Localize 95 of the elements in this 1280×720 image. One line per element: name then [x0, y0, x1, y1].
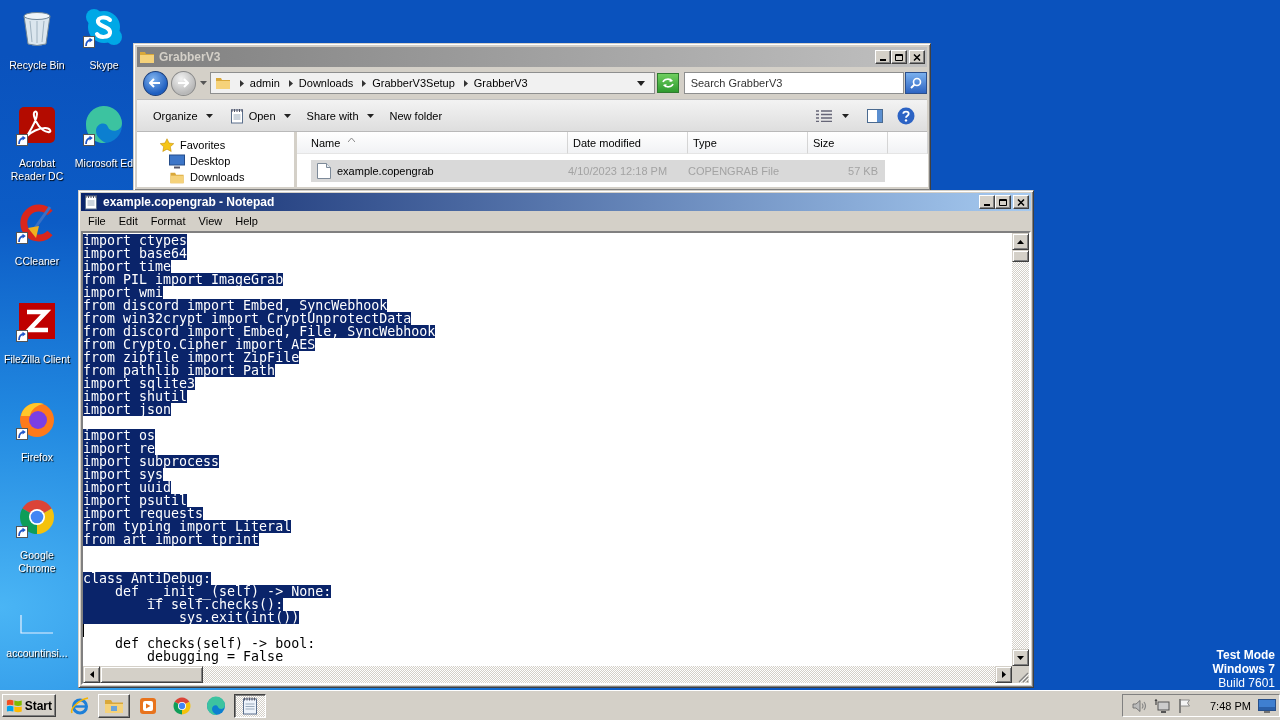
toolbar-button[interactable]: Organize	[145, 103, 221, 128]
chevron-icon[interactable]	[288, 79, 293, 87]
list-view-icon[interactable]	[816, 109, 832, 122]
breadcrumb-item[interactable]: GrabberV3Setup	[372, 77, 455, 89]
nav-item[interactable]: Desktop	[137, 153, 235, 169]
swirl-logo-icon[interactable]	[84, 7, 124, 47]
scrollbar-thumb[interactable]	[1012, 250, 1029, 262]
star-icon	[159, 137, 175, 153]
left-arrow-icon	[149, 78, 162, 88]
code-line: def checks(self) -> bool:	[114, 637, 316, 650]
down-arrow-icon	[1017, 655, 1024, 660]
monitor-icon[interactable]	[1258, 698, 1276, 713]
maximize-button[interactable]	[995, 195, 1011, 209]
clock: 7:48 PM	[1210, 699, 1251, 712]
desktop-icon-label[interactable]: CCleaner	[14, 255, 60, 268]
ribbon-logo-icon[interactable]	[17, 105, 57, 145]
file-icon	[317, 163, 331, 179]
back-button[interactable]	[143, 70, 168, 96]
start-button[interactable]: Start	[2, 694, 56, 717]
desktop-icon-label[interactable]: FileZilla Client	[4, 353, 70, 366]
search-button[interactable]	[905, 72, 927, 94]
breadcrumb-item[interactable]: GrabberV3	[473, 77, 528, 89]
text-cursor	[83, 624, 84, 637]
menu-item[interactable]: File	[83, 215, 111, 227]
zigzag-logo-icon[interactable]	[17, 301, 57, 341]
folder-icon	[139, 49, 155, 65]
network-computer-icon[interactable]	[1154, 697, 1170, 714]
media-player-icon	[138, 695, 158, 716]
column-header[interactable]: Type	[688, 132, 808, 154]
maximize-icon	[895, 53, 903, 61]
resize-grip-icon[interactable]	[1017, 671, 1029, 683]
scroll-down-button[interactable]	[1012, 649, 1029, 666]
system-notice-text: Build 7601	[1218, 676, 1275, 690]
nav-item[interactable]: Favorites	[137, 137, 230, 153]
search-field[interactable]: Search GrabberV3	[683, 72, 905, 94]
ring-logo-icon[interactable]	[17, 497, 57, 537]
preview-pane-icon[interactable]	[867, 108, 883, 123]
notepad-icon	[228, 107, 245, 124]
refresh-button[interactable]	[656, 73, 679, 93]
left-arrow-icon	[89, 671, 94, 678]
notepad-icon	[240, 695, 260, 716]
toolbar-button[interactable]: Open	[220, 103, 299, 128]
window-title: example.copengrab - Notepad	[103, 195, 275, 209]
close-icon	[1017, 198, 1025, 206]
chevron-icon[interactable]	[463, 79, 468, 87]
close-button[interactable]	[1013, 195, 1029, 209]
desktop-icon-label[interactable]: Microsoft Ed	[74, 157, 134, 170]
desktop-icon-label[interactable]: Recycle Bin	[9, 59, 65, 72]
address-bar[interactable]: admin Downloads GrabberV3Setup GrabberV3	[209, 72, 655, 94]
caret-icon[interactable]	[842, 113, 849, 118]
flag-logo-icon	[6, 697, 23, 714]
column-header[interactable]: Size	[808, 132, 888, 154]
scrollbar-thumb[interactable]	[100, 666, 203, 683]
globe-orbit-icon	[70, 695, 90, 716]
flag-icon[interactable]	[1177, 697, 1193, 714]
help-icon[interactable]	[897, 106, 915, 125]
menu-item[interactable]: View	[193, 215, 228, 227]
monitor-icon	[169, 153, 185, 169]
folder-icon	[214, 75, 231, 91]
system-notice-text: Test Mode	[1216, 648, 1275, 662]
taskbar-button[interactable]	[234, 693, 266, 718]
right-arrow-icon	[1001, 671, 1006, 678]
scroll-right-button[interactable]	[995, 666, 1012, 683]
toolbar-button[interactable]: Share with	[298, 103, 382, 128]
chevron-icon[interactable]	[362, 79, 367, 87]
scroll-left-button[interactable]	[83, 666, 100, 683]
file-name: example.copengrab	[337, 165, 434, 177]
menu-item[interactable]: Edit	[113, 215, 143, 227]
menu-item[interactable]: Format	[145, 215, 191, 227]
desktop-icon-label[interactable]: Acrobat Reader DC	[2, 157, 72, 183]
wave-logo-icon[interactable]	[84, 105, 124, 145]
system-notice-text: Windows 7	[1212, 662, 1275, 676]
toolbar-button[interactable]: New folder	[381, 103, 451, 128]
ring-logo-icon	[172, 695, 192, 716]
wave-logo-icon	[206, 695, 226, 716]
close-icon	[913, 53, 921, 61]
circular-arrows-icon	[660, 77, 675, 89]
search-icon	[910, 77, 923, 89]
nav-item[interactable]: Downloads	[137, 169, 249, 185]
up-arrow-icon	[1017, 239, 1024, 244]
breadcrumb-item[interactable]: admin	[249, 77, 280, 89]
caret-icon[interactable]	[636, 80, 645, 86]
window-title: GrabberV3	[159, 50, 221, 64]
maximize-icon	[999, 198, 1007, 206]
breadcrumb-item[interactable]: Downloads	[298, 77, 354, 89]
chevron-icon[interactable]	[239, 79, 244, 87]
notepad-icon	[83, 194, 99, 210]
column-header[interactable]: Date modified	[568, 132, 688, 154]
right-arrow-icon	[177, 78, 190, 88]
minimize-button[interactable]	[979, 195, 995, 209]
scroll-up-button[interactable]	[1012, 233, 1029, 250]
column-header[interactable]: Name	[297, 132, 568, 154]
menu-item[interactable]: Help	[230, 215, 263, 227]
desktop-icon-label[interactable]: Skype	[89, 59, 119, 72]
code-line: debugging = False	[146, 650, 284, 663]
